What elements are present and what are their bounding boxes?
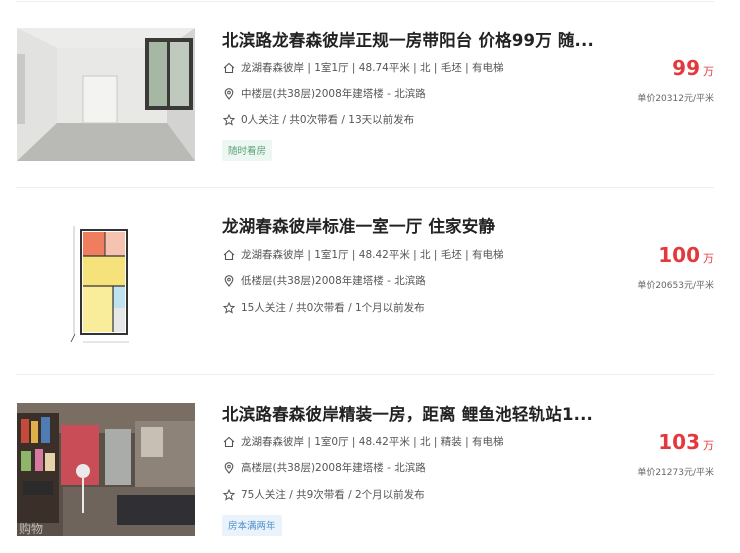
listing-title[interactable]: 北滨路春森彼岸精装一房，距离 鲤鱼池轻轨站1...	[222, 401, 593, 425]
follow-info: 15人关注 / 共0次带看 / 1个月以前发布	[222, 300, 425, 315]
listing-photo[interactable]: 购物	[17, 403, 195, 536]
listing-divider	[16, 187, 714, 188]
location-pin-icon	[222, 461, 235, 474]
total-price: 103 万	[658, 430, 714, 454]
price-value: 103	[658, 430, 700, 454]
position-info: 高楼层(共38层)2008年建塔楼 - 北滨路	[222, 460, 426, 475]
listing-photo[interactable]	[17, 214, 195, 347]
photo-watermark-text: 购物	[19, 521, 43, 536]
listing-title[interactable]: 龙湖春森彼岸标准一室一厅 住家安静	[222, 213, 495, 237]
location-pin-icon	[222, 274, 235, 287]
house-info-text: 龙湖春森彼岸 | 1室0厅 | 48.42平米 | 北 | 精装 | 有电梯	[241, 436, 504, 448]
house-icon	[222, 248, 235, 261]
unit-price: 单价21273元/平米	[637, 468, 714, 478]
follow-info-text: 75人关注 / 共9次带看 / 2个月以前发布	[241, 489, 425, 501]
furnished-living-room-photo: 购物	[17, 403, 195, 536]
house-info: 龙湖春森彼岸 | 1室0厅 | 48.42平米 | 北 | 精装 | 有电梯	[222, 434, 503, 449]
position-info: 低楼层(共38层)2008年建塔楼 - 北滨路	[222, 273, 426, 288]
house-info-text: 龙湖春森彼岸 | 1室1厅 | 48.42平米 | 北 | 毛坯 | 有电梯	[241, 249, 504, 261]
star-icon	[222, 488, 235, 501]
listing-divider	[16, 374, 714, 375]
house-icon	[222, 435, 235, 448]
house-info: 龙湖春森彼岸 | 1室1厅 | 48.42平米 | 北 | 毛坯 | 有电梯	[222, 247, 503, 262]
unit-price: 单价20653元/平米	[637, 281, 714, 291]
follow-info-text: 15人关注 / 共0次带看 / 1个月以前发布	[241, 302, 425, 314]
price-unit: 万	[703, 439, 714, 452]
price-unit: 万	[703, 252, 714, 265]
listing-card[interactable]: 购物 北滨路春森彼岸精装一房，距离 鲤鱼池轻轨站1... 龙湖春森彼岸 | 1室…	[0, 0, 740, 536]
listing-tag: 房本满两年	[222, 515, 282, 536]
floor-plan	[17, 214, 195, 347]
follow-info: 75人关注 / 共9次带看 / 2个月以前发布	[222, 487, 425, 502]
position-info-text: 低楼层(共38层)2008年建塔楼 - 北滨路	[241, 275, 426, 287]
total-price: 100 万	[658, 243, 714, 267]
position-info-text: 高楼层(共38层)2008年建塔楼 - 北滨路	[241, 462, 426, 474]
star-icon	[222, 301, 235, 314]
price-value: 100	[658, 243, 700, 267]
